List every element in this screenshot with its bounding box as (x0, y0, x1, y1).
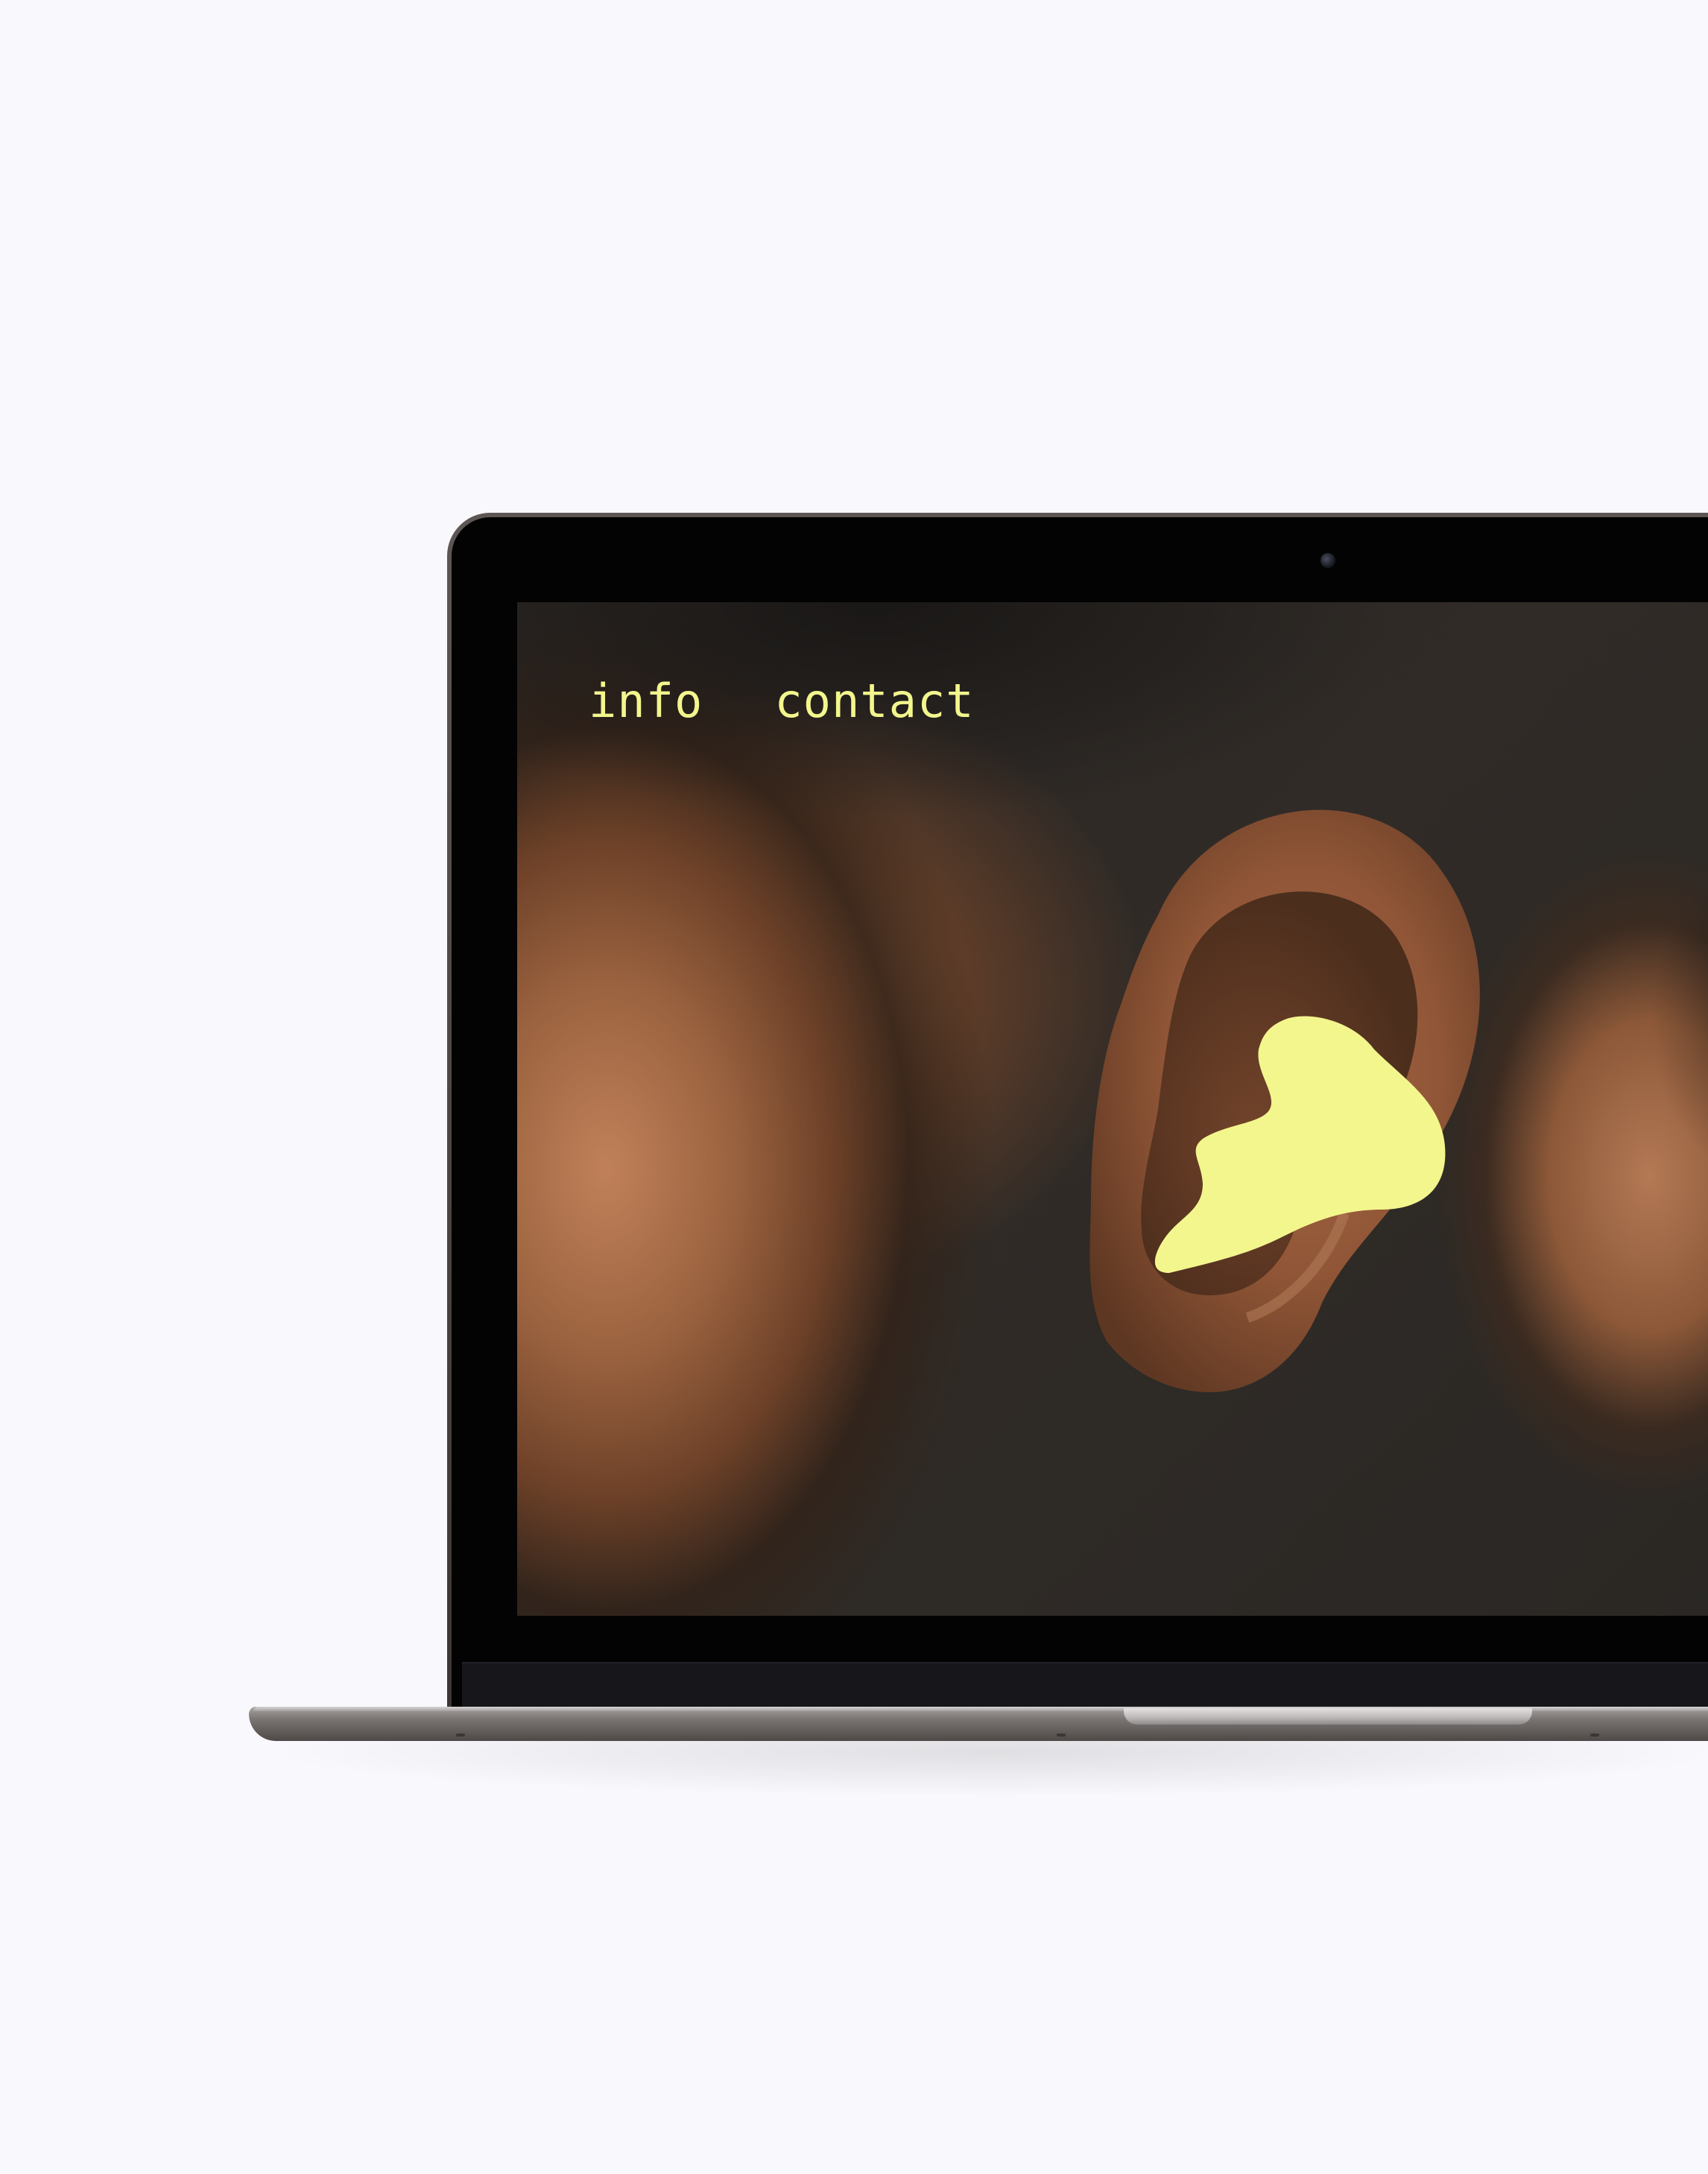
base-foot-center (1057, 1734, 1066, 1737)
base-foot-left (456, 1734, 465, 1737)
website-screen: info contact (517, 602, 1708, 1616)
base-foot-right (1590, 1734, 1599, 1737)
laptop-hinge-notch (1124, 1708, 1532, 1725)
ear-illustration (1089, 809, 1480, 1392)
nav-link-contact[interactable]: contact (774, 678, 974, 724)
nav-link-info[interactable]: info (589, 678, 703, 724)
screen-chin (462, 1662, 1708, 1707)
site-nav: info contact (589, 678, 975, 724)
laptop-mockup-scene: info contact (0, 0, 1708, 2174)
webcam-icon (1320, 553, 1335, 568)
